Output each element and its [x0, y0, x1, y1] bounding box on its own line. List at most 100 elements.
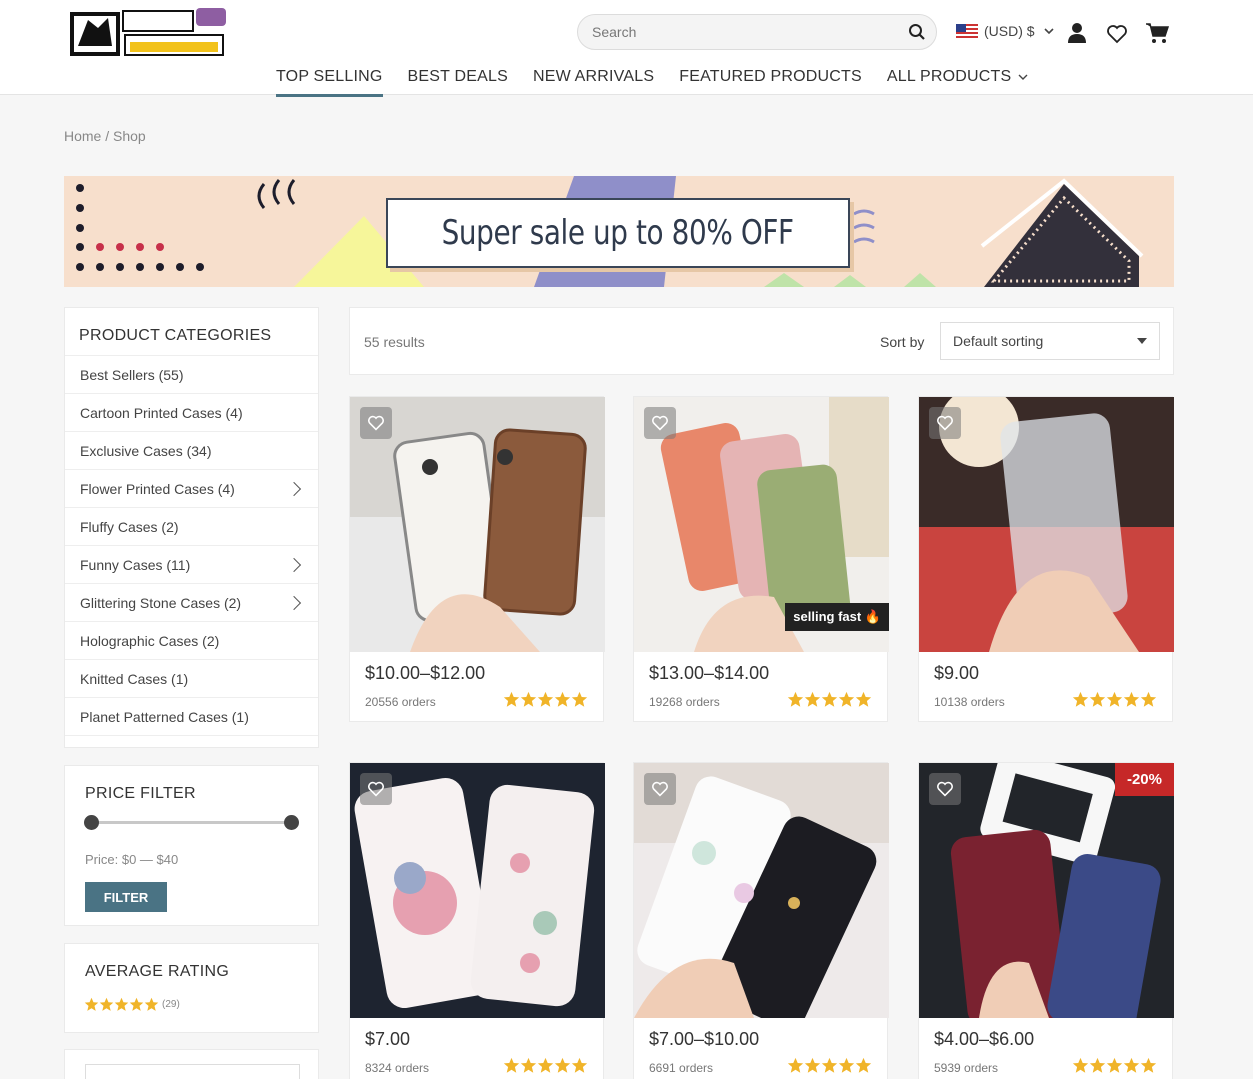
product-rating [1072, 1057, 1157, 1074]
category-item[interactable]: Planet Patterned Cases (1) [65, 698, 318, 736]
wishlist-button[interactable] [360, 773, 392, 805]
product-card[interactable]: selling fast 🔥 $13.00–$14.00 19268 orders [633, 396, 889, 722]
currency-switcher[interactable]: (USD) $ [956, 23, 1054, 39]
filter-button[interactable]: FILTER [85, 882, 167, 912]
banner-headline: Super sale up to 80% OFF [441, 213, 795, 253]
average-rating-widget: AVERAGE RATING (29) [64, 943, 319, 1033]
category-item[interactable]: Funny Cases (11) [65, 546, 318, 584]
user-icon[interactable] [1067, 22, 1087, 44]
star-icon [1140, 691, 1157, 707]
product-image[interactable] [350, 397, 605, 652]
product-price[interactable]: $4.00–$6.00 [934, 1029, 1034, 1050]
star-icon [1089, 691, 1106, 707]
search-input[interactable] [592, 24, 892, 40]
search-icon[interactable] [908, 23, 926, 41]
product-price[interactable]: $7.00–$10.00 [649, 1029, 759, 1050]
star-icon [821, 1057, 838, 1073]
star-icon [129, 997, 144, 1011]
category-item[interactable]: Holographic Cases (2) [65, 622, 318, 660]
product-categories-widget: PRODUCT CATEGORIES Best Sellers (55) Cart… [64, 307, 319, 748]
product-image[interactable] [350, 763, 605, 1018]
product-card[interactable]: -20% $4.00–$6.00 5939 orders [918, 762, 1174, 1079]
site-logo[interactable] [68, 6, 228, 58]
star-icon [554, 1057, 571, 1073]
chevron-right-icon[interactable] [286, 557, 302, 572]
wishlist-button[interactable] [644, 773, 676, 805]
product-orders: 6691 orders [649, 1061, 714, 1075]
heart-icon [652, 781, 668, 797]
star-icon [821, 691, 838, 707]
nav-new-arrivals[interactable]: NEW ARRIVALS [533, 68, 654, 96]
product-price[interactable]: $13.00–$14.00 [649, 663, 769, 684]
star-icon [537, 1057, 554, 1073]
product-image[interactable]: selling fast 🔥 [634, 397, 889, 652]
category-item[interactable]: Best Sellers (55) [65, 356, 318, 394]
product-image[interactable] [919, 397, 1174, 652]
search-bar[interactable] [577, 14, 937, 50]
wishlist-button[interactable] [360, 407, 392, 439]
product-image[interactable] [634, 763, 889, 1018]
star-icon [554, 691, 571, 707]
heart-icon[interactable] [1106, 24, 1128, 44]
star-icon [1072, 691, 1089, 707]
product-card[interactable]: $7.00 8324 orders [349, 762, 605, 1079]
sort-select-value: Default sorting [953, 333, 1044, 349]
cart-icon[interactable] [1145, 22, 1169, 44]
heart-icon [368, 781, 384, 797]
star-icon [1089, 1057, 1106, 1073]
site-header: (USD) $ TOP SELLING BEST DEALS NEW ARRIV… [0, 0, 1253, 97]
category-label: Fluffy Cases (2) [80, 518, 179, 535]
product-rating [503, 1057, 588, 1074]
wishlist-button[interactable] [929, 773, 961, 805]
promo-banner[interactable]: Super sale up to 80% OFF [64, 176, 1174, 287]
breadcrumb[interactable]: Home / Shop [64, 128, 146, 144]
nav-all-products-label: ALL PRODUCTS [886, 68, 1012, 85]
chevron-right-icon[interactable] [286, 481, 302, 496]
category-item[interactable]: Flower Printed Cases (4) [65, 470, 318, 508]
sort-label: Sort by [880, 334, 925, 350]
price-slider-track[interactable] [91, 821, 291, 824]
category-item[interactable]: Glittering Stone Cases (2) [65, 584, 318, 622]
star-icon [503, 1057, 520, 1073]
category-item[interactable]: Fluffy Cases (2) [65, 508, 318, 546]
wishlist-button[interactable] [929, 407, 961, 439]
nav-all-products[interactable]: ALL PRODUCTS [887, 68, 1029, 96]
search-widget [64, 1049, 319, 1079]
category-list: Best Sellers (55) Cartoon Printed Cases (… [65, 356, 318, 736]
widget-search-input[interactable] [85, 1064, 300, 1079]
result-count: 55 results [364, 334, 425, 350]
wishlist-button[interactable] [644, 407, 676, 439]
category-item[interactable]: Cartoon Printed Cases (4) [65, 394, 318, 432]
product-rating [787, 1057, 872, 1074]
rating-count: (29) [162, 999, 180, 1010]
category-item[interactable]: Exclusive Cases (34) [65, 432, 318, 470]
star-icon [114, 997, 129, 1011]
rating-filter-row[interactable]: (29) [84, 997, 180, 1012]
sort-select[interactable]: Default sorting [940, 322, 1160, 360]
star-icon [1140, 1057, 1157, 1073]
product-price[interactable]: $9.00 [934, 663, 979, 684]
price-slider-max-handle[interactable] [284, 815, 299, 830]
star-icon [1072, 1057, 1089, 1073]
price-filter-title: PRICE FILTER [85, 785, 196, 802]
nav-featured-products[interactable]: FEATURED PRODUCTS [679, 68, 862, 96]
currency-label: (USD) $ [984, 23, 1035, 39]
product-price[interactable]: $7.00 [365, 1029, 410, 1050]
categories-title: PRODUCT CATEGORIES [65, 308, 318, 356]
product-rating [503, 691, 588, 708]
star-icon [1106, 691, 1123, 707]
nav-best-deals[interactable]: BEST DEALS [408, 68, 508, 96]
product-orders: 20556 orders [365, 695, 436, 709]
product-card[interactable]: $7.00–$10.00 6691 orders [633, 762, 889, 1079]
star-icon [1123, 691, 1140, 707]
product-card[interactable]: $10.00–$12.00 20556 orders [349, 396, 605, 722]
category-item[interactable]: Knitted Cases (1) [65, 660, 318, 698]
product-card[interactable]: $9.00 10138 orders [918, 396, 1174, 722]
product-image[interactable]: -20% [919, 763, 1174, 1018]
product-price[interactable]: $10.00–$12.00 [365, 663, 485, 684]
price-slider-min-handle[interactable] [84, 815, 99, 830]
nav-top-selling[interactable]: TOP SELLING [276, 68, 383, 97]
price-range-label: Price: $0 — $40 [85, 852, 179, 867]
chevron-right-icon[interactable] [286, 595, 302, 610]
star-icon [571, 1057, 588, 1073]
